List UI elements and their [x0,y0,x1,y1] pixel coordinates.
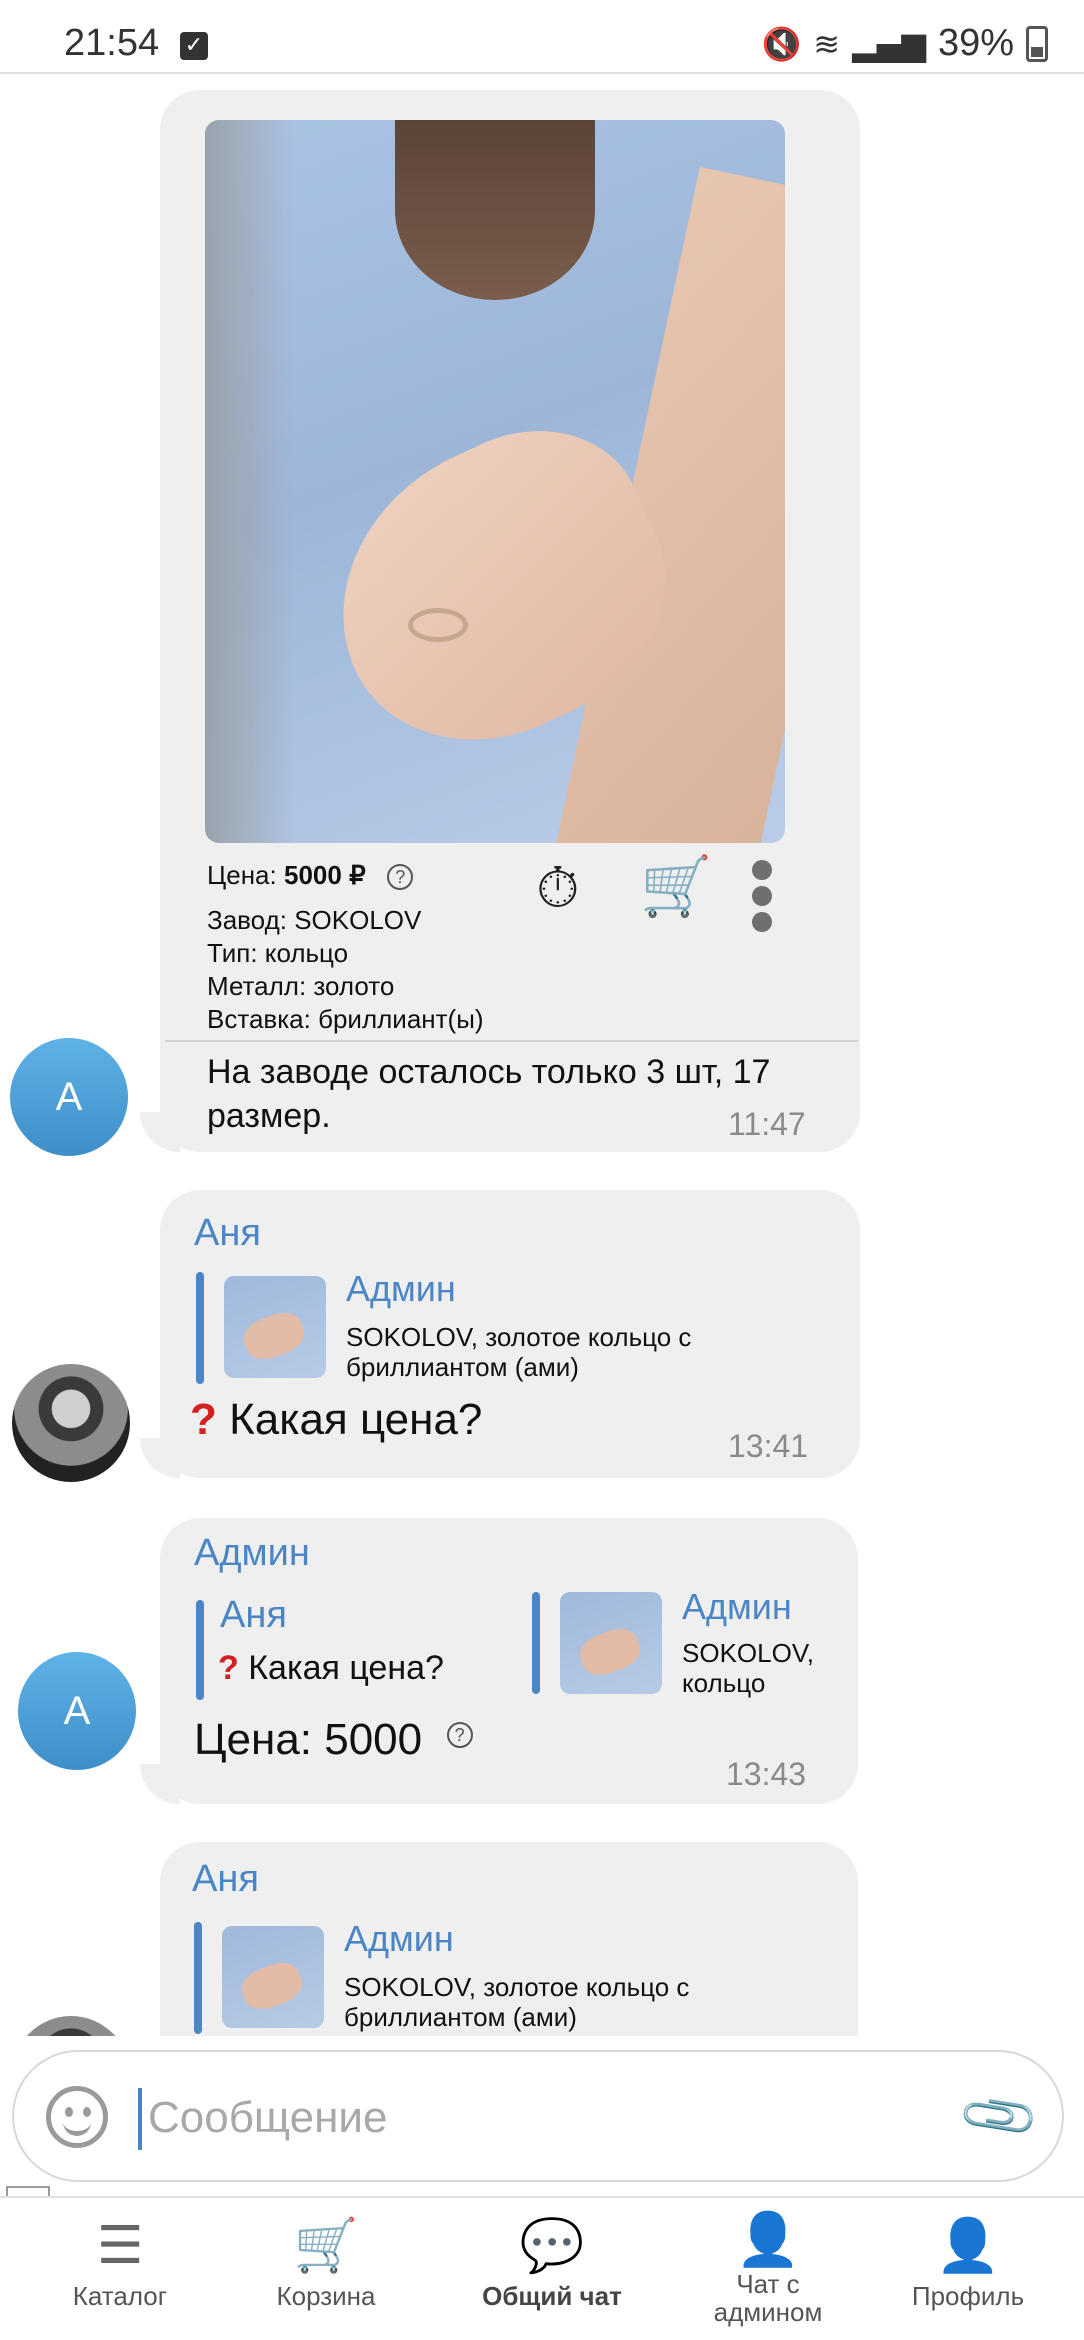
reply-quote-bar [532,1592,540,1694]
chat-area[interactable]: Цена: 5000 ₽ ? ⏱ 🛒 Завод: SOKOLOV Тип: к… [0,76,1084,2036]
more-options-icon[interactable] [752,860,776,938]
reply-author: Админ [344,1918,454,1959]
sender-name[interactable]: Админ [194,1532,310,1575]
nav-general-chat[interactable]: 💬 Общий чат [452,2210,652,2340]
battery-percent: 39% [937,22,1014,64]
bubble-tail [140,1438,180,1478]
divider [165,1040,858,1042]
message-composer: 📎 [12,2050,1064,2182]
reply-quote-bar [196,1272,204,1384]
reply-thumbnail[interactable] [222,1926,324,2028]
nav-profile[interactable]: 👤 Профиль [868,2210,1068,2340]
product-details: Завод: SOKOLOV Тип: кольцо Металл: золот… [207,904,484,1036]
status-bar: 21:54 ✓ 🔇 ≋ ▂▄▆ 39% [0,0,1084,74]
price-value: 5000 [283,860,342,890]
product-type: Тип: кольцо [207,938,349,968]
reply-quote-bar [194,1922,202,2034]
profile-icon: 👤 [935,2216,1001,2276]
message-input[interactable] [148,2082,848,2154]
reply-text: SOKOLOV, золотое кольцо с бриллиантом (а… [344,1972,690,2032]
message-text: ? Какая цена? [190,1395,483,1444]
user-avatar[interactable] [12,1364,130,1482]
reply-author: Аня [220,1594,287,1636]
user-avatar[interactable] [12,2016,130,2036]
reply-author: Админ [346,1268,456,1309]
nav-admin-chat[interactable]: 👤 Чат с админом [668,2210,868,2340]
timer-icon[interactable]: ⏱ [536,856,580,922]
reply-quote-bar [196,1600,204,1700]
checkbox-notification-icon: ✓ [180,32,208,60]
status-right: 🔇 ≋ ▂▄▆ 39% [761,22,1048,65]
price-label: Цена: [207,860,277,890]
bubble-tail [140,1764,180,1804]
add-to-cart-icon[interactable]: 🛒 [640,852,712,921]
admin-avatar[interactable]: A [18,1652,136,1770]
message-text: Цена: 5000 ? [194,1718,473,1762]
product-price-row: Цена: 5000 ₽ ? [207,860,414,891]
currency-sign: ₽ [349,860,366,890]
emoji-icon[interactable] [46,2086,108,2148]
message-text: На заводе осталось только 3 шт, 17 разме… [207,1053,771,1135]
reply-author: Админ [682,1586,792,1627]
reply-thumbnail[interactable] [224,1276,326,1378]
reply-thumbnail[interactable] [560,1592,662,1694]
attach-icon[interactable]: 📎 [955,2072,1044,2161]
question-mark-icon: ? [218,1649,239,1687]
sender-name[interactable]: Аня [194,1212,261,1255]
mute-icon: 🔇 [761,24,802,63]
message-time: 13:43 [726,1756,807,1792]
admin-avatar[interactable]: A [10,1038,128,1156]
cart-icon: 🛒 [293,2216,359,2276]
catalog-search-icon: ☰ [96,2216,144,2276]
nav-cart[interactable]: 🛒 Корзина [226,2210,426,2340]
sender-name[interactable]: Аня [192,1858,259,1901]
chat-bubbles-icon: 💬 [519,2216,585,2276]
battery-icon [1026,25,1048,62]
admin-chat-icon: 👤 [735,2210,801,2270]
signal-icon: ▂▄▆ [852,24,926,63]
bubble-tail [140,1112,180,1152]
price-help-icon[interactable]: ? [446,1722,473,1748]
product-factory: Завод: SOKOLOV [207,905,422,935]
nav-catalog[interactable]: ☰ Каталог [20,2210,220,2340]
bottom-navigation: ☰ Каталог 🛒 Корзина 💬 Общий чат 👤 Чат с … [0,2196,1084,2340]
status-time: 21:54 [64,22,160,64]
message-time: 11:47 [728,1106,806,1142]
reply-text: ? Какая цена? [218,1649,444,1687]
reply-text: SOKOLOV, кольцо [682,1638,814,1698]
product-metal: Металл: золото [207,971,395,1001]
product-insert: Вставка: бриллиант(ы) [207,1004,484,1034]
text-cursor [138,2088,142,2150]
wifi-icon: ≋ [813,24,841,63]
product-photo[interactable] [205,120,785,843]
reply-text: SOKOLOV, золотое кольцо с бриллиантом (а… [346,1322,692,1382]
message-time: 13:41 [728,1428,809,1464]
price-help-icon[interactable]: ? [387,864,414,891]
question-mark-icon: ? [190,1395,217,1444]
